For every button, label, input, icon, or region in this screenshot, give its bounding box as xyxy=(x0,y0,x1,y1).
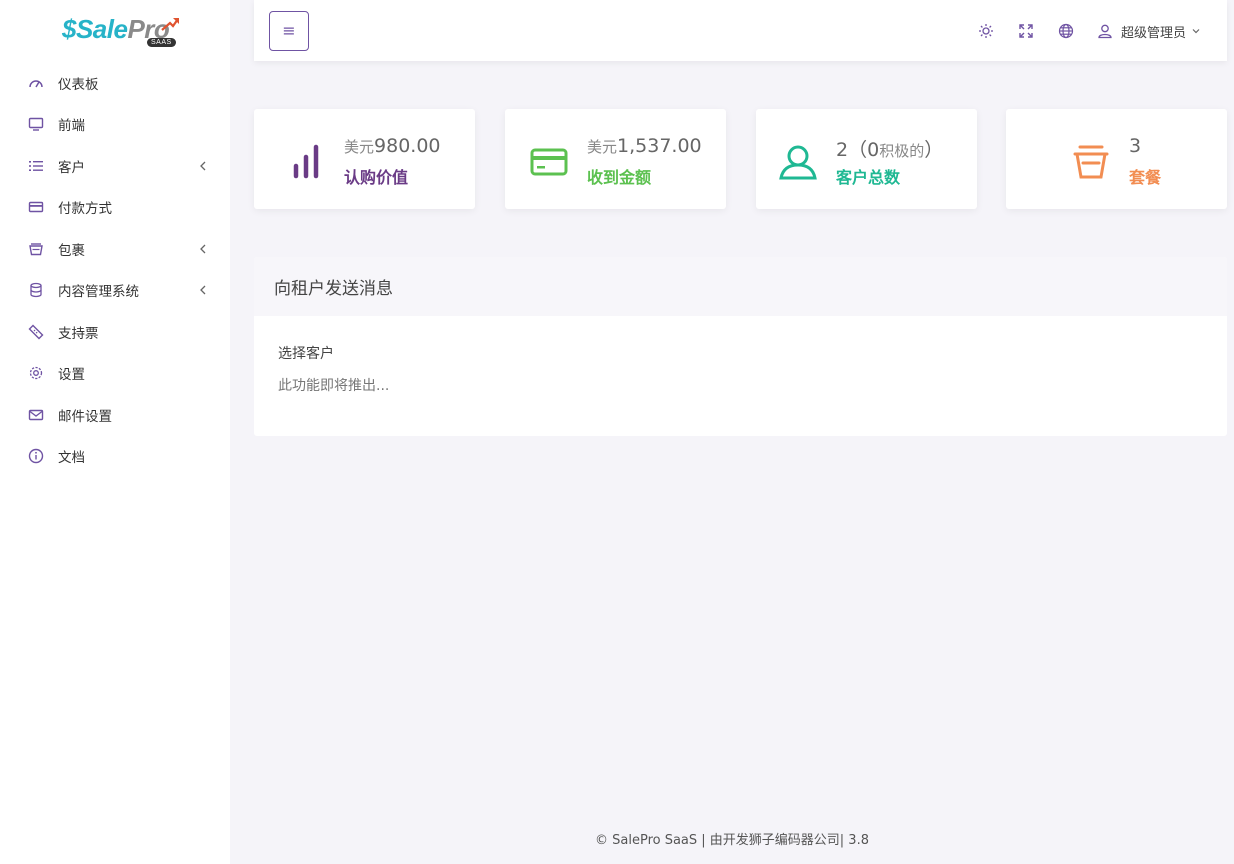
user-icon xyxy=(779,145,817,180)
total-customers-label: 客户总数 xyxy=(836,168,901,187)
user-name: 超级管理员 xyxy=(1121,25,1187,41)
subscription-value-label: 认购价值 xyxy=(344,168,409,187)
top-header: ≡ 超级管理员 xyxy=(254,0,1227,61)
user-menu[interactable]: 超级管理员 xyxy=(1097,20,1201,42)
sidebar-item-label: 邮件设置 xyxy=(58,408,112,425)
monitor-icon xyxy=(27,115,45,133)
sidebar-item-settings[interactable]: 设置 xyxy=(0,353,230,395)
subscription-value: 美元980.00 xyxy=(344,135,441,157)
sidebar-menu: 仪表板 前端 客户 付款方式 包裹 内容管理系统 支持票 设置 邮件设置 文档 xyxy=(0,62,230,477)
subscription-value-card: 美元980.00 认购价值 xyxy=(254,109,475,209)
brightness-icon[interactable] xyxy=(978,23,994,39)
sidebar-item-mail-settings[interactable]: 邮件设置 xyxy=(0,394,230,436)
select-customer-label: 选择客户 xyxy=(278,346,334,362)
amount-received-value: 美元1,537.00 xyxy=(587,135,702,157)
chevron-left-icon xyxy=(200,161,206,171)
list-icon xyxy=(27,157,45,175)
coming-soon-note: 此功能即将推出... xyxy=(278,378,390,394)
sidebar-item-label: 客户 xyxy=(58,159,85,176)
sidebar-item-cms[interactable]: 内容管理系统 xyxy=(0,270,230,312)
mail-icon xyxy=(27,406,45,424)
gear-icon xyxy=(27,364,45,382)
total-customers-card: 2（0积极的） 客户总数 xyxy=(756,109,977,209)
sidebar-item-label: 前端 xyxy=(58,118,85,135)
chevron-down-icon xyxy=(1192,29,1200,34)
sidebar-item-documentation[interactable]: 文档 xyxy=(0,436,230,478)
user-icon xyxy=(1098,24,1112,39)
total-customers-value: 2（0积极的） xyxy=(836,139,944,161)
sidebar-item-label: 支持票 xyxy=(58,325,99,342)
panel-title: 向租户发送消息 xyxy=(254,257,1227,316)
amount-received-label: 收到金额 xyxy=(587,168,652,187)
basket-icon xyxy=(1073,145,1109,179)
packages-value: 3 xyxy=(1129,135,1142,157)
fullscreen-icon[interactable] xyxy=(1018,23,1034,39)
sidebar-item-label: 包裹 xyxy=(58,242,85,259)
basket-icon xyxy=(27,240,45,258)
logo-arrow-icon xyxy=(161,18,179,31)
sidebar-item-packages[interactable]: 包裹 xyxy=(0,228,230,270)
ticket-icon xyxy=(27,323,45,341)
hamburger-icon: ≡ xyxy=(282,21,296,40)
sidebar-item-frontend[interactable]: 前端 xyxy=(0,104,230,146)
sidebar: $SalePro SAAS 仪表板 前端 客户 付款方式 包裹 内容管理系统 支… xyxy=(0,0,230,864)
amount-received-card: 美元1,537.00 收到金额 xyxy=(505,109,726,209)
sidebar-toggle-button[interactable]: ≡ xyxy=(269,11,309,51)
sidebar-item-payment-methods[interactable]: 付款方式 xyxy=(0,187,230,229)
sidebar-item-label: 仪表板 xyxy=(58,76,99,93)
sidebar-item-label: 文档 xyxy=(58,450,85,467)
dashboard-gauge-icon xyxy=(27,74,45,92)
footer: © SalePro SaaS | 由开发狮子编码器公司| 3.8 xyxy=(595,833,869,848)
sidebar-item-label: 内容管理系统 xyxy=(58,284,139,301)
chevron-left-icon xyxy=(200,244,206,254)
packages-card: 3 套餐 xyxy=(1006,109,1227,209)
chevron-left-icon xyxy=(200,285,206,295)
sidebar-item-label: 付款方式 xyxy=(58,201,112,218)
packages-label: 套餐 xyxy=(1129,168,1162,187)
sidebar-item-dashboard[interactable]: 仪表板 xyxy=(0,62,230,104)
sidebar-item-support-tickets[interactable]: 支持票 xyxy=(0,311,230,353)
bar-chart-icon xyxy=(293,144,319,179)
logo-saas-badge: SAAS xyxy=(147,38,176,47)
database-icon xyxy=(27,281,45,299)
logo[interactable]: $SalePro SAAS xyxy=(62,14,182,50)
tenant-message-panel: 向租户发送消息 选择客户 此功能即将推出... xyxy=(254,257,1227,436)
credit-card-icon xyxy=(27,198,45,216)
sidebar-item-label: 设置 xyxy=(58,367,85,384)
credit-card-icon xyxy=(530,148,568,176)
info-icon xyxy=(27,447,45,465)
sidebar-item-customers[interactable]: 客户 xyxy=(0,145,230,187)
globe-icon[interactable] xyxy=(1058,23,1074,39)
